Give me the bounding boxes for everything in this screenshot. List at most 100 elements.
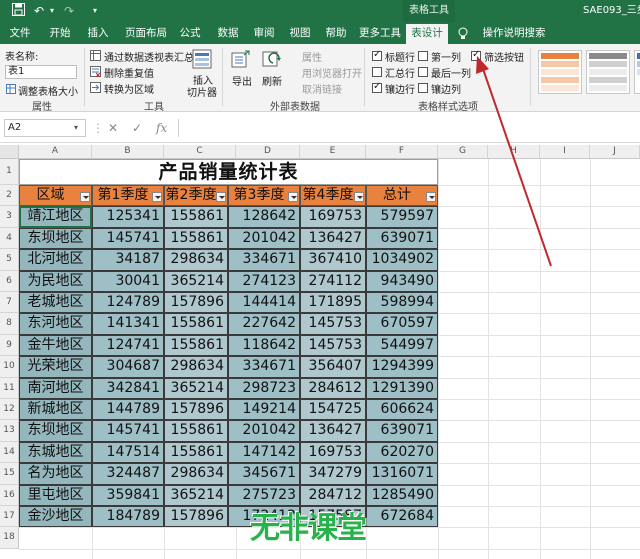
resize-table-button[interactable]: 调整表格大小 (18, 83, 78, 98)
region-cell[interactable]: 老城地区 (19, 292, 92, 314)
tab-formulas[interactable]: 公式 (172, 22, 208, 44)
sales-cell[interactable]: 324487 (92, 463, 164, 485)
row-header-7[interactable]: 7 (0, 292, 19, 314)
sales-cell[interactable]: 365214 (164, 270, 228, 292)
region-cell[interactable]: 金牛地区 (19, 334, 92, 357)
sales-cell[interactable]: 347279 (300, 463, 366, 485)
sales-cell[interactable]: 1034902 (366, 249, 438, 271)
sales-cell[interactable]: 184789 (92, 506, 164, 528)
sales-cell[interactable]: 639071 (366, 227, 438, 250)
sales-cell[interactable]: 125341 (92, 206, 164, 228)
enter-icon[interactable]: ✓ (132, 119, 142, 137)
row-header-10[interactable]: 10 (0, 356, 19, 378)
sales-cell[interactable]: 365214 (164, 377, 228, 399)
sales-cell[interactable]: 169753 (300, 206, 366, 228)
region-cell[interactable]: 东城地区 (19, 441, 92, 464)
table-style-orange[interactable] (538, 50, 582, 94)
select-all-corner[interactable] (0, 145, 19, 159)
tab-data[interactable]: 数据 (210, 22, 246, 44)
slicer-icon[interactable] (192, 49, 212, 72)
region-cell[interactable]: 东河地区 (19, 313, 92, 335)
region-cell[interactable]: 名为地区 (19, 463, 92, 485)
sales-cell[interactable]: 145741 (92, 420, 164, 442)
sales-cell[interactable]: 141341 (92, 313, 164, 335)
unlink-button[interactable]: 取消链接 (302, 81, 342, 96)
column-header-a[interactable]: A (19, 145, 92, 159)
banded-rows-checkbox[interactable] (372, 81, 382, 93)
sales-cell[interactable]: 144414 (228, 292, 300, 314)
sales-cell[interactable]: 155861 (164, 313, 228, 335)
summarize-pivot-button[interactable]: 通过数据透视表汇总 (104, 49, 194, 64)
tab-help[interactable]: 帮助 (318, 22, 354, 44)
sales-cell[interactable]: 155861 (164, 441, 228, 464)
sales-cell[interactable]: 1294399 (366, 356, 438, 378)
sales-cell[interactable]: 274112 (300, 270, 366, 292)
insert-slicer-label-2[interactable]: 切片器 (187, 84, 217, 99)
region-cell[interactable]: 为民地区 (19, 270, 92, 292)
sales-cell[interactable]: 155861 (164, 420, 228, 442)
header-row-checkbox[interactable] (372, 49, 382, 61)
sales-cell[interactable]: 298634 (164, 356, 228, 378)
sales-cell[interactable]: 124741 (92, 334, 164, 357)
sales-cell[interactable]: 157896 (164, 292, 228, 314)
sales-cell[interactable]: 118642 (228, 334, 300, 357)
refresh-button[interactable]: 刷新 (262, 73, 282, 88)
row-header-15[interactable]: 15 (0, 463, 19, 485)
sales-cell[interactable]: 201042 (228, 227, 300, 250)
row-header-8[interactable]: 8 (0, 313, 19, 335)
sales-cell[interactable]: 30041 (92, 270, 164, 292)
tab-insert[interactable]: 插入 (80, 22, 116, 44)
sales-cell[interactable]: 124789 (92, 292, 164, 314)
filter-dropdown-icon[interactable] (426, 192, 436, 202)
table-style-blue[interactable] (634, 50, 640, 94)
sales-cell[interactable]: 579597 (366, 206, 438, 228)
sales-cell[interactable]: 157896 (164, 506, 228, 528)
tab-view[interactable]: 视图 (282, 22, 318, 44)
row-header-3[interactable]: 3 (0, 206, 19, 228)
sales-cell[interactable]: 145753 (300, 313, 366, 335)
tab-page-layout[interactable]: 页面布局 (120, 22, 172, 44)
table-style-gray[interactable] (586, 50, 630, 94)
region-cell[interactable]: 靖江地区 (19, 206, 92, 228)
filter-dropdown-icon[interactable] (288, 192, 298, 202)
row-header-11[interactable]: 11 (0, 377, 19, 399)
column-header-c[interactable]: C (164, 145, 236, 159)
table-header-cell[interactable]: 第1季度 (92, 185, 164, 206)
undo-icon[interactable]: ↶ (32, 3, 46, 19)
insert-function-icon[interactable]: fx (156, 119, 167, 137)
table-header-cell[interactable]: 总计 (366, 185, 438, 206)
sales-cell[interactable]: 147142 (228, 441, 300, 464)
cancel-icon[interactable]: ✕ (108, 119, 118, 137)
sales-cell[interactable]: 298723 (228, 377, 300, 399)
filter-button-checkbox[interactable] (471, 49, 481, 61)
sales-cell[interactable]: 345671 (228, 463, 300, 485)
tab-file[interactable]: 文件 (2, 22, 38, 44)
tab-more-tools[interactable]: 更多工具 (354, 22, 406, 44)
row-header-2[interactable]: 2 (0, 185, 19, 207)
refresh-icon[interactable] (262, 49, 282, 72)
sales-cell[interactable]: 136427 (300, 227, 366, 250)
row-header-13[interactable]: 13 (0, 420, 19, 442)
row-header-12[interactable]: 12 (0, 399, 19, 421)
customize-toolbar-icon[interactable]: ▾ (90, 3, 100, 19)
filter-dropdown-icon[interactable] (354, 192, 364, 202)
sales-cell[interactable]: 606624 (366, 399, 438, 421)
open-in-browser-button[interactable]: 用浏览器打开 (302, 65, 362, 80)
region-cell[interactable]: 里屯地区 (19, 484, 92, 506)
sales-cell[interactable]: 157896 (164, 399, 228, 421)
sales-cell[interactable]: 155861 (164, 206, 228, 228)
remove-duplicates-button[interactable]: 删除重复值 (104, 65, 154, 80)
sales-cell[interactable]: 544997 (366, 334, 438, 357)
column-header-g[interactable]: G (438, 145, 488, 159)
region-cell[interactable]: 北河地区 (19, 249, 92, 271)
sales-cell[interactable]: 1285490 (366, 484, 438, 506)
sales-cell[interactable]: 1291390 (366, 377, 438, 399)
row-header-14[interactable]: 14 (0, 441, 19, 464)
row-header-18[interactable]: 18 (0, 527, 19, 549)
sales-cell[interactable]: 298634 (164, 463, 228, 485)
sales-cell[interactable]: 169753 (300, 441, 366, 464)
sales-cell[interactable]: 149214 (228, 399, 300, 421)
sales-cell[interactable]: 342841 (92, 377, 164, 399)
banded-columns-checkbox[interactable] (418, 83, 428, 93)
row-header-4[interactable]: 4 (0, 227, 19, 250)
